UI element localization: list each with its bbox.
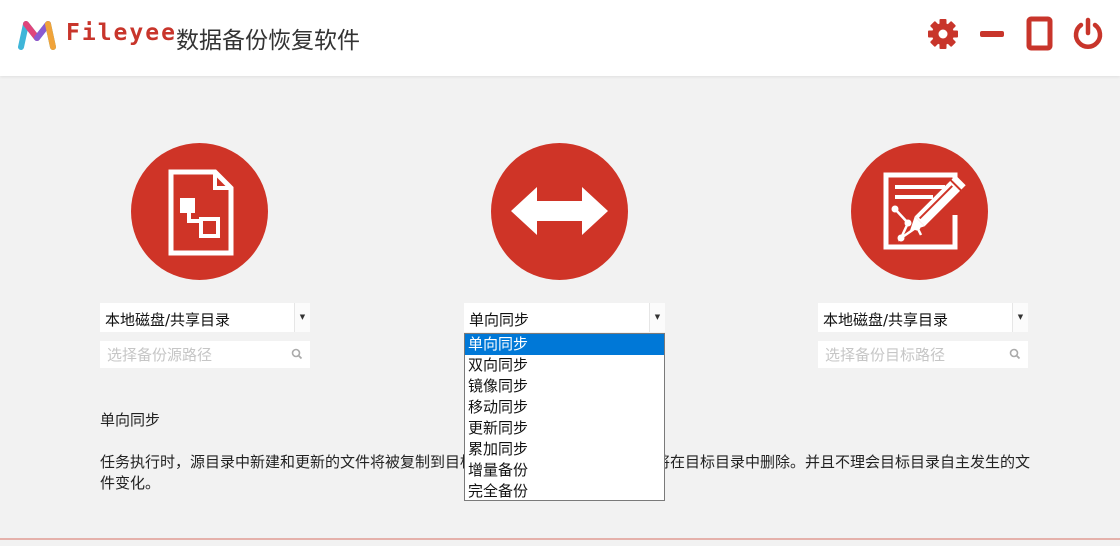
source-path-field[interactable] xyxy=(100,341,310,368)
maximize-icon xyxy=(1026,16,1053,51)
dropdown-option[interactable]: 移动同步 xyxy=(465,397,664,418)
target-path-field[interactable] xyxy=(818,341,1028,368)
search-icon[interactable] xyxy=(1009,348,1021,360)
source-type-value: 本地磁盘/共享目录 xyxy=(105,311,231,329)
minimize-icon xyxy=(980,31,1004,37)
target-type-select[interactable]: 本地磁盘/共享目录 ▼ xyxy=(818,303,1028,332)
brand-name: Fileyee xyxy=(66,20,177,46)
target-type-value: 本地磁盘/共享目录 xyxy=(823,311,949,329)
chevron-down-icon[interactable]: ▼ xyxy=(294,303,310,332)
bottom-divider xyxy=(0,538,1120,540)
gear-icon xyxy=(928,19,958,49)
source-path-input[interactable] xyxy=(100,341,310,368)
dropdown-option[interactable]: 双向同步 xyxy=(465,355,664,376)
dropdown-option[interactable]: 增量备份 xyxy=(465,460,664,481)
dropdown-option[interactable]: 完全备份 xyxy=(465,481,664,502)
fileyee-logo-icon xyxy=(18,20,56,50)
sync-mode-circle[interactable] xyxy=(491,143,628,280)
target-circle[interactable] xyxy=(851,143,988,280)
sync-mode-select[interactable]: 单向同步 ▼ xyxy=(464,303,665,332)
sync-mode-dropdown[interactable]: 单向同步 双向同步 镜像同步 移动同步 更新同步 累加同步 增量备份 完全备份 xyxy=(464,333,665,501)
settings-button[interactable] xyxy=(926,16,960,52)
power-button[interactable] xyxy=(1071,16,1105,52)
title-bar: Fileyee 数据备份恢复软件 xyxy=(0,0,1120,76)
double-arrow-icon xyxy=(511,187,608,235)
chevron-down-icon[interactable]: ▼ xyxy=(1012,303,1028,332)
target-path-input[interactable] xyxy=(818,341,1028,368)
search-icon[interactable] xyxy=(291,348,303,360)
sync-mode-value: 单向同步 xyxy=(469,311,530,329)
mode-description-title: 单向同步 xyxy=(100,411,161,429)
dropdown-option[interactable]: 更新同步 xyxy=(465,418,664,439)
app-title: 数据备份恢复软件 xyxy=(176,28,360,54)
minimize-button[interactable] xyxy=(975,16,1009,52)
dropdown-option[interactable]: 镜像同步 xyxy=(465,376,664,397)
target-edit-icon xyxy=(883,172,966,250)
maximize-button[interactable] xyxy=(1023,16,1057,52)
dropdown-option[interactable]: 累加同步 xyxy=(465,439,664,460)
source-file-icon xyxy=(168,169,234,256)
dropdown-option[interactable]: 单向同步 xyxy=(465,334,664,355)
source-type-select[interactable]: 本地磁盘/共享目录 ▼ xyxy=(100,303,310,332)
source-circle[interactable] xyxy=(131,143,268,280)
chevron-down-icon[interactable]: ▼ xyxy=(649,303,665,332)
power-icon xyxy=(1073,17,1103,49)
